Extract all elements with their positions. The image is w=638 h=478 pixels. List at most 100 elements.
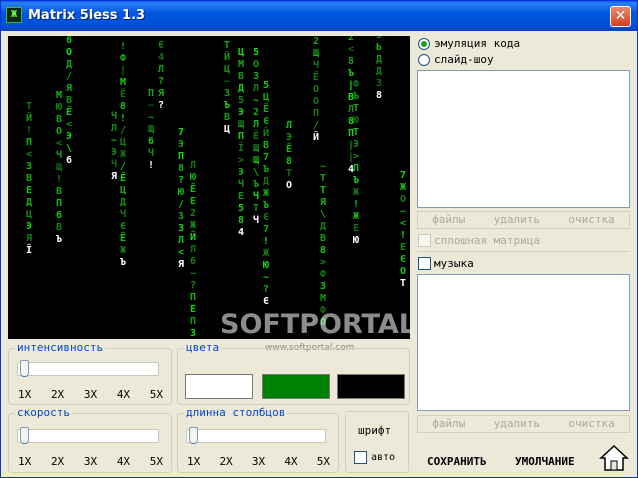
matrix-glyph: ! xyxy=(263,236,269,247)
tick-label: 4X xyxy=(284,455,298,468)
tick-label: 4X xyxy=(116,388,131,401)
colors-group: цвета xyxy=(177,341,410,405)
matrix-glyph: В xyxy=(56,186,62,197)
matrix-glyph: Ё xyxy=(253,128,259,142)
font-button-label: шрифт xyxy=(358,424,392,437)
matrix-glyph: В xyxy=(66,95,72,106)
music-label: музыка xyxy=(434,257,474,270)
matrix-glyph: Я xyxy=(26,233,32,244)
color-swatch-rain[interactable] xyxy=(262,374,330,399)
matrix-glyph: / xyxy=(178,199,184,210)
app-icon: Ж xyxy=(6,7,22,23)
matrix-glyph: Ц xyxy=(224,124,230,135)
matrix-rain: ТЙ!П<ЗВЕДЦЭЯЇМЮВО<ЧЩ!ВП6ВЪ6ОД/ЯВЁ<Э\6ЧЛ~… xyxy=(26,36,406,339)
matrix-glyph: З xyxy=(320,281,326,292)
slides-files-button[interactable]: файлы xyxy=(432,212,465,228)
slides-delete-button[interactable]: удалить xyxy=(494,212,540,228)
speed-slider-thumb[interactable] xyxy=(20,427,29,444)
matrix-glyph: > xyxy=(353,151,359,162)
matrix-glyph: / xyxy=(313,120,319,131)
matrix-glyph: О xyxy=(66,47,72,58)
matrix-glyph: Ъ xyxy=(353,91,359,102)
matrix-glyph: Я xyxy=(178,259,184,270)
matrix-glyph: Ж xyxy=(263,188,269,199)
matrix-glyph: В xyxy=(224,112,230,123)
matrix-glyph: ? xyxy=(158,100,164,111)
matrix-glyph: 3 xyxy=(376,36,382,41)
color-swatch-text[interactable] xyxy=(185,374,253,399)
matrix-glyph: Ъ xyxy=(263,164,269,175)
matrix-glyph: Ч xyxy=(313,59,319,71)
intensity-group: интенсивность 1X 2X 3X 4X 5X xyxy=(8,341,172,405)
matrix-glyph: Є xyxy=(263,296,269,307)
radio-selected-dot xyxy=(421,41,427,47)
music-delete-button[interactable]: удалить xyxy=(494,416,540,432)
music-checkbox[interactable] xyxy=(418,257,431,270)
matrix-glyph: Ъ xyxy=(224,100,230,111)
music-listbox[interactable] xyxy=(417,274,630,411)
matrix-glyph: О xyxy=(286,180,292,191)
matrix-glyph: Ц xyxy=(120,137,126,148)
music-clear-button[interactable]: очистка xyxy=(568,416,614,432)
matrix-glyph: Щ xyxy=(148,124,154,135)
matrix-glyph: Т xyxy=(320,173,326,184)
matrix-glyph: Ё xyxy=(313,69,319,83)
matrix-glyph: З xyxy=(178,211,184,222)
matrix-glyph: Д xyxy=(238,83,244,94)
music-files-button[interactable]: файлы xyxy=(432,416,465,432)
matrix-glyph: Ё xyxy=(120,86,126,100)
matrix-glyph: / xyxy=(120,161,126,172)
column-length-slider-thumb[interactable] xyxy=(189,427,198,444)
intensity-slider[interactable] xyxy=(17,360,159,377)
matrix-glyph: Ъ xyxy=(353,175,359,186)
solid-matrix-checkbox[interactable] xyxy=(418,234,431,247)
watermark: SOFTPORTAL xyxy=(220,309,410,339)
matrix-glyph: 7 xyxy=(400,170,406,181)
matrix-glyph: Л xyxy=(190,244,196,255)
matrix-glyph: 8 xyxy=(348,56,354,67)
matrix-glyph: Я xyxy=(111,171,117,182)
matrix-glyph: ? xyxy=(178,175,184,186)
speed-slider[interactable] xyxy=(17,427,159,444)
matrix-glyph: Э xyxy=(111,147,117,158)
color-swatch-background[interactable] xyxy=(337,374,405,399)
matrix-glyph: Щ xyxy=(56,162,62,173)
matrix-glyph: 4 xyxy=(238,227,244,238)
matrix-glyph: Э xyxy=(353,139,359,150)
default-button[interactable]: УМОЛЧАНИЕ xyxy=(515,455,575,468)
column-length-slider[interactable] xyxy=(186,427,326,444)
matrix-glyph: / xyxy=(66,71,72,82)
save-button[interactable]: СОХРАНИТЬ xyxy=(427,455,487,468)
mode-radio-slideshow[interactable] xyxy=(418,54,430,66)
matrix-glyph: В xyxy=(263,140,269,151)
matrix-glyph: Ж xyxy=(400,182,406,193)
matrix-glyph: Й xyxy=(224,50,230,63)
matrix-glyph: М xyxy=(238,59,244,70)
slides-listbox[interactable] xyxy=(417,70,630,208)
matrix-glyph: 5 xyxy=(253,47,259,58)
matrix-glyph: 3 xyxy=(178,223,184,234)
font-button[interactable]: шрифт авто xyxy=(345,411,409,473)
matrix-glyph: ~ xyxy=(148,112,154,123)
matrix-glyph: < xyxy=(26,149,32,160)
matrix-glyph: О xyxy=(313,84,319,95)
intensity-slider-thumb[interactable] xyxy=(20,360,29,377)
matrix-glyph: Ъ xyxy=(263,200,269,211)
matrix-glyph: ! xyxy=(148,160,154,171)
home-icon[interactable] xyxy=(599,443,629,473)
matrix-glyph: Ф xyxy=(120,53,126,64)
matrix-glyph: 2 xyxy=(348,36,354,43)
mode-radio-code-emulation[interactable] xyxy=(418,38,430,50)
matrix-glyph: ? xyxy=(190,280,196,291)
slides-clear-button[interactable]: очистка xyxy=(568,212,614,228)
auto-font-checkbox[interactable] xyxy=(354,451,367,464)
matrix-glyph: Є xyxy=(263,212,269,223)
matrix-glyph: Ф xyxy=(353,79,359,90)
tick-label: 1X xyxy=(18,388,32,401)
close-button[interactable]: ✕ xyxy=(610,6,631,27)
matrix-glyph: ~ xyxy=(253,95,259,106)
app-window: Ж Matrix 5less 1.3 ✕ Т Й! П < З В Е Д Ц Э Я Ї М Ю В О < Ч… xyxy=(0,0,638,478)
tick-label: 1X xyxy=(18,455,32,468)
matrix-glyph: Й xyxy=(26,111,32,124)
title-bar[interactable]: Ж Matrix 5less 1.3 ✕ xyxy=(1,1,637,31)
